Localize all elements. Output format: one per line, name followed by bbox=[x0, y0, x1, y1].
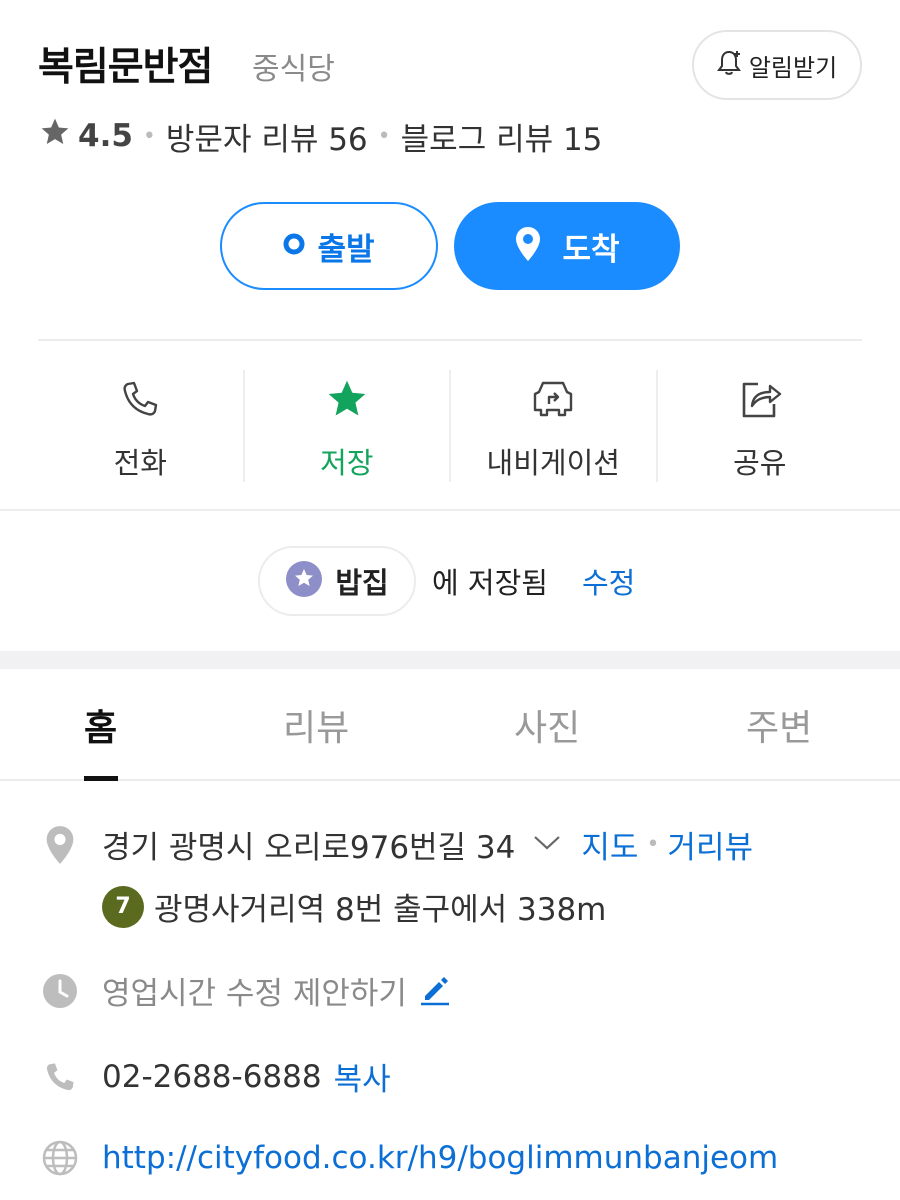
divider bbox=[38, 339, 862, 341]
arrive-button[interactable]: 도착 bbox=[454, 202, 680, 290]
action-bar: 전화 저장 내비게이션 공유 bbox=[38, 370, 862, 482]
chevron-down-icon[interactable] bbox=[533, 835, 561, 855]
call-action[interactable]: 전화 bbox=[38, 370, 245, 482]
call-label: 전화 bbox=[113, 446, 167, 480]
route-buttons: 출발 도착 bbox=[220, 202, 680, 290]
phone-number[interactable]: 02-2688-6888 bbox=[102, 1059, 322, 1095]
clock-icon bbox=[40, 972, 80, 1010]
map-link[interactable]: 지도 bbox=[581, 822, 638, 867]
copy-phone-link[interactable]: 복사 bbox=[334, 1054, 391, 1099]
save-action[interactable]: 저장 bbox=[245, 370, 451, 482]
start-label: 출발 bbox=[317, 231, 375, 268]
saved-folder-name: 밥집 bbox=[335, 566, 389, 600]
subway-line-badge: 7 bbox=[102, 885, 144, 928]
hours-row: 영업시간 수정 제안하기 bbox=[40, 968, 451, 1013]
rating-row: 4.5 • 방문자 리뷰 56 • 블로그 리뷰 15 bbox=[38, 114, 602, 158]
notify-button[interactable]: 알림받기 bbox=[692, 30, 862, 100]
phone-icon bbox=[120, 372, 160, 426]
star-icon bbox=[38, 116, 72, 156]
star-icon bbox=[324, 372, 370, 426]
address-row: 경기 광명시 오리로976번길 34 지도 • 거리뷰 bbox=[40, 822, 753, 867]
start-button[interactable]: 출발 bbox=[220, 202, 438, 290]
location-pin-icon bbox=[40, 825, 80, 865]
folder-star-icon bbox=[285, 560, 323, 602]
website-link[interactable]: http://cityfood.co.kr/h9/boglimmunbanjeo… bbox=[102, 1140, 778, 1176]
share-icon bbox=[738, 372, 782, 426]
hours-suggest-link[interactable]: 영업시간 수정 제안하기 bbox=[102, 968, 407, 1013]
tab-review[interactable]: 리뷰 bbox=[283, 699, 349, 751]
saved-folder-chip[interactable]: 밥집 bbox=[258, 546, 416, 616]
place-title: 복림문반점 bbox=[38, 45, 213, 90]
phone-icon bbox=[40, 1060, 80, 1094]
globe-icon bbox=[40, 1140, 80, 1176]
address-text[interactable]: 경기 광명시 오리로976번길 34 bbox=[102, 822, 515, 867]
visitor-reviews-link[interactable]: 방문자 리뷰 56 bbox=[166, 114, 368, 159]
saved-status-text: 에 저장됨 bbox=[432, 566, 548, 600]
separator-dot: • bbox=[142, 123, 156, 149]
tab-photo[interactable]: 사진 bbox=[514, 699, 580, 751]
bell-plus-icon bbox=[716, 49, 743, 81]
tab-home[interactable]: 홈 bbox=[84, 699, 117, 751]
car-navigation-icon bbox=[529, 372, 577, 426]
location-pin-icon bbox=[514, 226, 542, 266]
place-category: 중식당 bbox=[252, 52, 335, 87]
pencil-icon[interactable] bbox=[419, 972, 451, 1010]
website-row: http://cityfood.co.kr/h9/boglimmunbanjeo… bbox=[40, 1140, 778, 1176]
saved-edit-link[interactable]: 수정 bbox=[582, 560, 635, 602]
saved-row: 밥집 에 저장됨 수정 bbox=[258, 546, 635, 616]
blog-reviews-link[interactable]: 블로그 리뷰 15 bbox=[401, 114, 603, 159]
separator-dot: • bbox=[646, 832, 660, 857]
navigation-label: 내비게이션 bbox=[486, 446, 620, 480]
separator-dot: • bbox=[377, 123, 391, 149]
save-label: 저장 bbox=[320, 446, 374, 480]
subway-text: 광명사거리역 8번 출구에서 338m bbox=[154, 892, 607, 928]
place-header: 복림문반점 중식당 알림받기 bbox=[38, 30, 862, 100]
origin-dot-icon bbox=[283, 233, 305, 259]
subway-row: 7 광명사거리역 8번 출구에서 338m bbox=[102, 884, 606, 929]
phone-row: 02-2688-6888 복사 bbox=[40, 1054, 391, 1099]
roadview-link[interactable]: 거리뷰 bbox=[667, 822, 753, 867]
arrive-label: 도착 bbox=[562, 231, 620, 268]
navigation-action[interactable]: 내비게이션 bbox=[451, 370, 658, 482]
notify-label: 알림받기 bbox=[748, 53, 838, 82]
active-tab-indicator bbox=[84, 776, 118, 781]
section-separator bbox=[0, 651, 900, 669]
share-action[interactable]: 공유 bbox=[658, 370, 863, 482]
tab-nearby[interactable]: 주변 bbox=[746, 699, 812, 751]
rating-score: 4.5 bbox=[78, 118, 133, 154]
tab-bar: 홈 리뷰 사진 주변 bbox=[0, 669, 900, 781]
divider bbox=[0, 509, 900, 511]
share-label: 공유 bbox=[733, 446, 787, 480]
